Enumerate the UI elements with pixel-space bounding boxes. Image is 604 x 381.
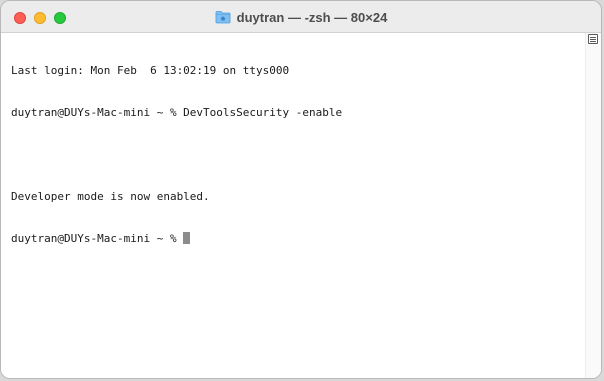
terminal-line-command: duytran@DUYs-Mac-mini ~ % DevToolsSecuri… [11,106,343,119]
window-title: duytran — -zsh — 80×24 [236,9,388,25]
terminal-content[interactable]: Last login: Mon Feb 6 13:02:19 on ttys00… [1,33,601,378]
prompt-text: duytran@DUYs-Mac-mini ~ % [11,232,184,245]
terminal-window: duytran — -zsh — 80×24 Last login: Mon F… [0,0,602,379]
window-title-area: duytran — -zsh — 80×24 [1,1,601,33]
terminal-line-login: Last login: Mon Feb 6 13:02:19 on ttys00… [11,64,290,77]
list-icon[interactable] [588,34,598,44]
terminal-line-result: Developer mode is now enabled. [11,190,210,203]
text-cursor [183,232,191,244]
scrollbar[interactable] [585,33,601,378]
folder-icon [215,11,231,24]
terminal-line-prompt[interactable]: duytran@DUYs-Mac-mini ~ % [11,232,571,246]
terminal-output[interactable]: Last login: Mon Feb 6 13:02:19 on ttys00… [11,36,571,274]
title-bar[interactable]: duytran — -zsh — 80×24 [1,1,601,33]
